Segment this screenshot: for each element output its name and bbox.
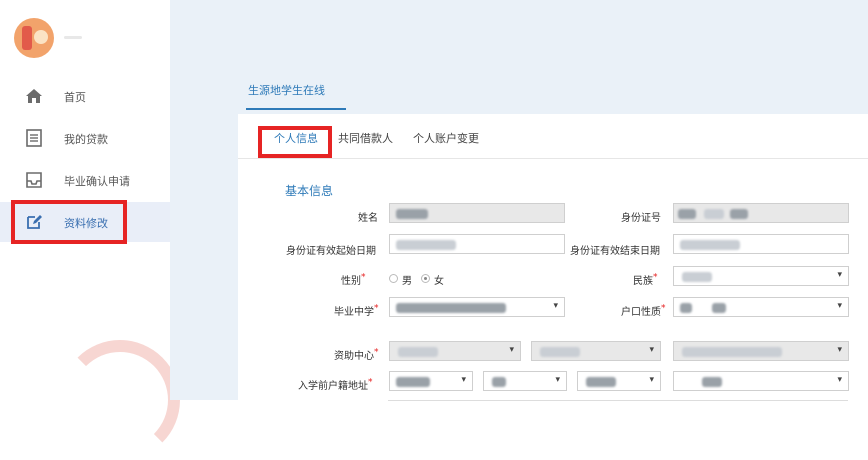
name-field bbox=[389, 203, 565, 223]
sidebar-item-label: 我的贷款 bbox=[64, 133, 108, 146]
avatar[interactable] bbox=[14, 18, 54, 58]
id-number-label: 身份证号 bbox=[621, 213, 661, 224]
sidebar-item-my-loans[interactable]: 我的贷款 bbox=[0, 118, 170, 158]
top-tab-bar: 生源地学生在线 bbox=[238, 70, 868, 114]
highlight-box-sidebar bbox=[11, 200, 127, 244]
user-name-placeholder bbox=[64, 36, 82, 39]
home-icon bbox=[26, 89, 42, 103]
aid-center-select-3[interactable]: ▾ bbox=[673, 341, 849, 361]
sidebar-item-home[interactable]: 首页 bbox=[0, 76, 170, 116]
id-end-date-input[interactable] bbox=[673, 234, 849, 254]
subtab-bar: 个人信息 共同借款人 个人账户变更 bbox=[238, 114, 868, 159]
aid-center-select-1[interactable]: ▾ bbox=[389, 341, 521, 361]
high-school-select[interactable]: ▾ bbox=[389, 297, 565, 317]
chevron-down-icon: ▾ bbox=[649, 345, 654, 355]
gender-option-female: 女 bbox=[434, 276, 444, 287]
address-district-select[interactable]: ▾ bbox=[577, 371, 661, 391]
id-end-date-label: 身份证有效结束日期 bbox=[570, 246, 660, 257]
id-number-field bbox=[673, 203, 849, 223]
ethnicity-label: 民族* bbox=[633, 272, 658, 287]
chevron-down-icon: ▾ bbox=[461, 375, 466, 385]
gender-radio-male[interactable] bbox=[389, 274, 398, 283]
gender-label: 性别* bbox=[341, 272, 366, 287]
address-town-select[interactable]: ▾ bbox=[673, 371, 849, 391]
name-label: 姓名 bbox=[358, 213, 378, 224]
sidebar-item-label: 毕业确认申请 bbox=[64, 175, 130, 188]
aid-center-label: 资助中心* bbox=[334, 347, 379, 362]
high-school-label: 毕业中学* bbox=[334, 303, 379, 318]
inbox-icon bbox=[26, 172, 42, 188]
tab-account-change[interactable]: 个人账户变更 bbox=[413, 130, 479, 146]
highlight-box-subtab bbox=[258, 126, 332, 158]
id-start-date-label: 身份证有效起始日期 bbox=[286, 246, 376, 257]
active-tab-underline bbox=[246, 108, 346, 110]
chevron-down-icon: ▾ bbox=[837, 301, 842, 311]
aid-center-select-2[interactable]: ▾ bbox=[531, 341, 661, 361]
section-title: 基本信息 bbox=[285, 184, 334, 198]
decorative-swoosh bbox=[60, 340, 180, 460]
address-city-select[interactable]: ▾ bbox=[483, 371, 567, 391]
id-start-date-input[interactable] bbox=[389, 234, 565, 254]
chevron-down-icon: ▾ bbox=[837, 375, 842, 385]
sidebar-item-label: 首页 bbox=[64, 91, 86, 104]
tab-student-online[interactable]: 生源地学生在线 bbox=[248, 82, 325, 98]
chevron-down-icon: ▾ bbox=[509, 345, 514, 355]
gender-option-male: 男 bbox=[402, 276, 412, 287]
chevron-down-icon: ▾ bbox=[649, 375, 654, 385]
hukou-type-label: 户口性质* bbox=[621, 303, 666, 318]
document-list-icon bbox=[26, 129, 42, 147]
tab-co-borrower[interactable]: 共同借款人 bbox=[338, 130, 393, 146]
form-panel: 个人信息 共同借款人 个人账户变更 基本信息 姓名 身份证号 身份证有效起始日期… bbox=[238, 114, 868, 400]
ethnicity-select[interactable]: ▾ bbox=[673, 266, 849, 286]
gender-radio-female[interactable] bbox=[421, 274, 430, 283]
chevron-down-icon: ▾ bbox=[837, 345, 842, 355]
divider bbox=[388, 400, 848, 401]
hukou-type-select[interactable]: ▾ bbox=[673, 297, 849, 317]
chevron-down-icon: ▾ bbox=[555, 375, 560, 385]
sidebar-item-graduation-confirm[interactable]: 毕业确认申请 bbox=[0, 160, 170, 200]
chevron-down-icon: ▾ bbox=[553, 301, 558, 311]
sidebar: 首页 我的贷款 毕业确认申请 资料修改 bbox=[0, 0, 180, 460]
chevron-down-icon: ▾ bbox=[837, 270, 842, 280]
prior-address-label: 入学前户籍地址* bbox=[298, 377, 373, 392]
address-province-select[interactable]: ▾ bbox=[389, 371, 473, 391]
